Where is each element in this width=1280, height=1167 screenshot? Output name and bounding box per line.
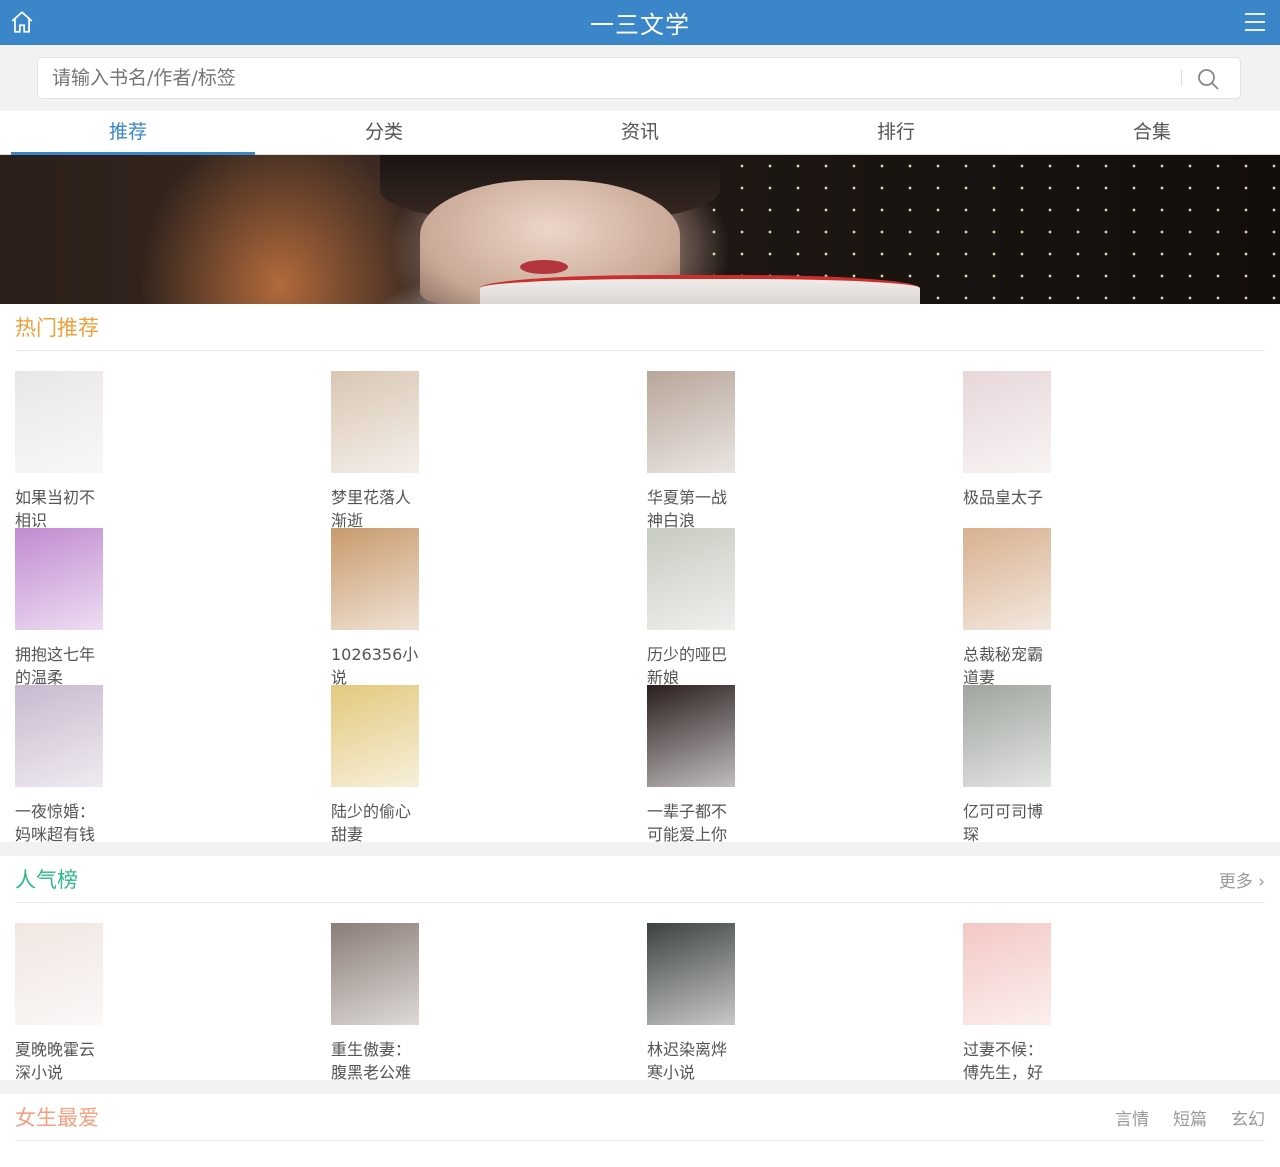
more-link[interactable]: 更多 › [1219,867,1265,892]
book-item[interactable]: 一辈子都不可能爱上你 [647,685,963,844]
female-title: 女生最爱 [15,1106,99,1130]
more-label: 更多 [1218,871,1253,892]
book-item[interactable]: 过妻不候：傅先生，好 [963,923,1279,1082]
book-title[interactable]: 华夏第一战神白浪 [647,486,737,532]
book-cover[interactable] [647,685,735,787]
book-cover[interactable] [15,371,103,473]
banner-image[interactable] [0,155,1280,304]
subtab-romance[interactable]: 言情 [1115,1105,1149,1130]
top-bar: 一三文学 [0,0,1280,45]
hot-section: 热门推荐 如果当初不相识 梦里花落人渐逝 华夏第一战神白浪 极品皇太子拥抱这七年的温柔… [0,304,1280,844]
tab-ranking[interactable]: 排行 [768,111,1024,154]
book-item[interactable]: 夏晚晚霍云深小说 [15,923,331,1082]
section-gap [0,1080,1280,1094]
book-item[interactable]: 极品皇太子 [963,371,1279,528]
chevron-right-icon: › [1258,871,1265,892]
search-icon[interactable] [1196,67,1220,91]
book-item[interactable]: 亿可可司博琛 [963,685,1279,844]
book-item[interactable]: 1026356小说 [331,528,647,687]
book-item[interactable]: 林迟染离烨寒小说 [647,923,963,1082]
book-item[interactable]: 如果当初不相识 [15,371,331,530]
book-title[interactable]: 夏晚晚霍云深小说 [15,1038,105,1084]
book-cover[interactable] [331,685,419,787]
book-item[interactable]: 重生傲妻：腹黑老公难 [331,923,647,1082]
book-cover[interactable] [15,923,103,1025]
site-title: 一三文学 [590,11,690,39]
book-item[interactable]: 梦里花落人渐逝 [331,371,647,530]
subtab-short[interactable]: 短篇 [1173,1105,1207,1130]
book-cover[interactable] [963,528,1051,630]
book-cover[interactable] [963,685,1051,787]
book-title[interactable]: 拥抱这七年的温柔 [15,643,105,689]
tab-news[interactable]: 资讯 [512,111,768,154]
book-title[interactable]: 1026356小说 [331,643,421,689]
book-title[interactable]: 一辈子都不可能爱上你 [647,800,737,846]
menu-icon[interactable] [1244,11,1266,33]
search-box [37,57,1241,99]
hot-header: 热门推荐 [15,304,1265,351]
book-title[interactable]: 林迟染离烨寒小说 [647,1038,737,1084]
book-cover[interactable] [647,528,735,630]
book-cover[interactable] [331,528,419,630]
hot-title: 热门推荐 [15,316,99,340]
book-item[interactable]: 拥抱这七年的温柔 [15,528,331,687]
book-title[interactable]: 总裁秘宠霸道妻 [963,643,1053,689]
book-item[interactable]: 历少的哑巴新娘 [647,528,963,687]
popular-header: 人气榜 更多 › [15,856,1265,903]
book-cover[interactable] [15,528,103,630]
book-cover[interactable] [331,923,419,1025]
book-title[interactable]: 亿可可司博琛 [963,800,1053,846]
section-gap [0,842,1280,856]
tab-recommend[interactable]: 推荐 [0,111,256,154]
book-cover[interactable] [963,923,1051,1025]
tab-category[interactable]: 分类 [256,111,512,154]
book-title[interactable]: 如果当初不相识 [15,486,105,532]
main-tabs: 推荐 分类 资讯 排行 合集 [0,111,1280,155]
book-item[interactable]: 一夜惊婚：妈咪超有钱 [15,685,331,844]
popular-section: 人气榜 更多 › 夏晚晚霍云深小说 重生傲妻：腹黑老公难 林迟染离烨寒小说 过妻不候：… [0,856,1280,1082]
popular-title: 人气榜 [15,868,78,892]
book-title[interactable]: 极品皇太子 [963,486,1053,509]
book-title[interactable]: 重生傲妻：腹黑老公难 [331,1038,421,1084]
subtab-fantasy[interactable]: 玄幻 [1231,1105,1265,1130]
book-item[interactable]: 总裁秘宠霸道妻 [963,528,1279,687]
home-icon[interactable] [9,9,35,35]
tab-collection[interactable]: 合集 [1024,111,1280,154]
book-title[interactable]: 历少的哑巴新娘 [647,643,737,689]
search-area [0,45,1280,111]
female-subtabs: 言情 短篇 玄幻 [1115,1105,1265,1130]
book-item[interactable]: 华夏第一战神白浪 [647,371,963,530]
search-divider [1181,70,1182,86]
book-title[interactable]: 过妻不候：傅先生，好 [963,1038,1053,1084]
banner-lips [520,260,568,274]
book-item[interactable]: 陆少的偷心甜妻 [331,685,647,844]
hot-grid: 如果当初不相识 梦里花落人渐逝 华夏第一战神白浪 极品皇太子拥抱这七年的温柔 10263… [0,371,1280,844]
book-cover[interactable] [15,685,103,787]
search-input[interactable] [50,58,1154,98]
book-cover[interactable] [963,371,1051,473]
female-section: 女生最爱 言情 短篇 玄幻 [0,1094,1280,1141]
popular-grid: 夏晚晚霍云深小说 重生傲妻：腹黑老公难 林迟染离烨寒小说 过妻不候：傅先生，好 [0,923,1280,1082]
book-title[interactable]: 梦里花落人渐逝 [331,486,421,532]
book-cover[interactable] [331,371,419,473]
book-title[interactable]: 一夜惊婚：妈咪超有钱 [15,800,105,846]
book-title[interactable]: 陆少的偷心甜妻 [331,800,421,846]
banner-collar [480,275,920,304]
book-cover[interactable] [647,371,735,473]
female-header: 女生最爱 言情 短篇 玄幻 [15,1094,1265,1141]
book-cover[interactable] [647,923,735,1025]
